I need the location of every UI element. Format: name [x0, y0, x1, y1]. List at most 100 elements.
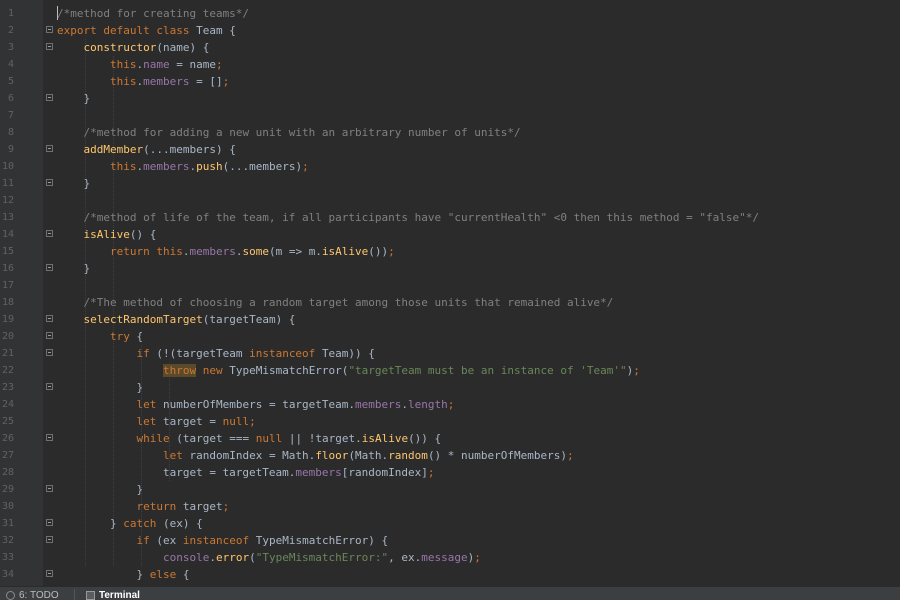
code-text: this.name = name;	[57, 56, 223, 73]
code-text: let numberOfMembers = targetTeam.members…	[57, 396, 454, 413]
code-token: ())	[368, 245, 389, 258]
code-line[interactable]: 5 this.members = [];	[0, 73, 900, 90]
fold-toggle-icon[interactable]	[46, 145, 53, 152]
code-token: }	[57, 568, 150, 581]
line-number: 19	[1, 314, 14, 325]
code-text: }	[57, 260, 90, 277]
keyword-token: ;	[302, 160, 309, 173]
code-token: (targetTeam) {	[202, 313, 296, 326]
keyword-token: catch	[123, 517, 163, 530]
code-line[interactable]: 7	[0, 107, 900, 124]
keyword-token: null	[255, 432, 289, 445]
code-line[interactable]: 3 constructor(name) {	[0, 39, 900, 56]
code-line[interactable]: 16 }	[0, 260, 900, 277]
line-number: 9	[7, 144, 14, 155]
function-token: some	[242, 245, 269, 258]
code-text: /*method for creating teams*/	[57, 5, 249, 22]
code-line[interactable]: 4 this.name = name;	[0, 56, 900, 73]
code-line[interactable]: 32 if (ex instanceof TypeMismatchError) …	[0, 532, 900, 549]
code-line[interactable]: 12	[0, 192, 900, 209]
fold-toggle-icon[interactable]	[46, 230, 53, 237]
code-line[interactable]: 33 console.error("TypeMismatchError:", e…	[0, 549, 900, 566]
code-token: numberOfMembers = targetTeam.	[162, 398, 356, 411]
code-line[interactable]: 10 this.members.push(...members);	[0, 158, 900, 175]
fold-toggle-icon[interactable]	[46, 94, 53, 101]
code-line[interactable]: 26 while (target === null || !target.isA…	[0, 430, 900, 447]
keyword-token: ;	[222, 75, 230, 88]
code-token: () {	[129, 228, 157, 241]
keyword-token: this	[109, 75, 137, 88]
code-line[interactable]: 19 selectRandomTarget(targetTeam) {	[0, 311, 900, 328]
keyword-token: null;	[222, 415, 256, 428]
code-line[interactable]: 24 let numberOfMembers = targetTeam.memb…	[0, 396, 900, 413]
fold-toggle-icon[interactable]	[46, 434, 53, 441]
code-line[interactable]: 15 return this.members.some(m => m.isAli…	[0, 243, 900, 260]
code-line[interactable]: 22 throw new TypeMismatchError("targetTe…	[0, 362, 900, 379]
keyword-token: this	[109, 160, 137, 173]
fold-toggle-icon[interactable]	[46, 519, 53, 526]
code-line[interactable]: 34 } else {	[0, 566, 900, 583]
comment-token: /*method of life of the team, if all par…	[83, 211, 760, 224]
code-line[interactable]: 17	[0, 277, 900, 294]
code-line[interactable]: 28 target = targetTeam.members[randomInd…	[0, 464, 900, 481]
code-line[interactable]: 20 try {	[0, 328, 900, 345]
code-token: (	[249, 551, 256, 564]
code-line[interactable]: 31 } catch (ex) {	[0, 515, 900, 532]
line-number: 16	[1, 263, 14, 274]
tool-window-bar: 6: TODO Terminal	[0, 586, 900, 600]
fold-toggle-icon[interactable]	[46, 570, 53, 577]
code-token: (!(targetTeam	[156, 347, 250, 360]
line-number: 13	[1, 212, 14, 223]
line-number: 4	[7, 59, 14, 70]
code-line[interactable]: 8 /*method for adding a new unit with an…	[0, 124, 900, 141]
fold-toggle-icon[interactable]	[46, 332, 53, 339]
comment-token: /*method for creating teams*/	[57, 7, 250, 20]
line-number: 11	[1, 178, 14, 189]
fold-toggle-icon[interactable]	[46, 43, 53, 50]
code-token: , ex.	[388, 551, 422, 564]
fold-toggle-icon[interactable]	[46, 315, 53, 322]
code-line[interactable]: 27 let randomIndex = Math.floor(Math.ran…	[0, 447, 900, 464]
code-line[interactable]: 9 addMember(...members) {	[0, 141, 900, 158]
code-line[interactable]: 23 }	[0, 379, 900, 396]
code-line[interactable]: 18 /*The method of choosing a random tar…	[0, 294, 900, 311]
code-text: this.members.push(...members);	[57, 158, 309, 175]
code-line[interactable]: 2 export default class Team {	[0, 22, 900, 39]
line-number: 34	[1, 569, 14, 580]
code-line[interactable]: 1 /*method for creating teams*/	[0, 5, 900, 22]
code-text: /*The method of choosing a random target…	[57, 294, 614, 311]
code-line[interactable]: 13 /*method of life of the team, if all …	[0, 209, 900, 226]
function-token: isAlive	[321, 245, 369, 258]
fold-toggle-icon[interactable]	[46, 349, 53, 356]
keyword-token: this	[109, 58, 137, 71]
fold-toggle-icon[interactable]	[46, 179, 53, 186]
code-line[interactable]: 21 if (!(targetTeam instanceof Team)) {	[0, 345, 900, 362]
string-token: "TypeMismatchError:"	[255, 551, 389, 564]
code-token: || !target.	[288, 432, 362, 445]
code-line[interactable]: 30 return target;	[0, 498, 900, 515]
code-text: }	[57, 90, 90, 107]
fold-toggle-icon[interactable]	[46, 536, 53, 543]
code-line[interactable]: 29 }	[0, 481, 900, 498]
code-line[interactable]: 14 isAlive() {	[0, 226, 900, 243]
comment-token: /*method for adding a new unit with an a…	[83, 126, 521, 139]
code-text: selectRandomTarget(targetTeam) {	[57, 311, 296, 328]
field-token: members	[189, 245, 236, 258]
code-token: Team)) {	[321, 347, 375, 360]
fold-toggle-icon[interactable]	[46, 264, 53, 271]
line-number: 28	[1, 467, 14, 478]
fold-toggle-icon[interactable]	[46, 26, 53, 33]
fold-toggle-icon[interactable]	[46, 383, 53, 390]
code-line[interactable]: 11 }	[0, 175, 900, 192]
code-line[interactable]: 25 let target = null;	[0, 413, 900, 430]
comment-token: /*The method of choosing a random target…	[83, 296, 614, 309]
function-token: error	[215, 551, 250, 564]
code-editor[interactable]: 1 /*method for creating teams*/ 2 export de…	[0, 0, 900, 586]
line-number: 3	[7, 42, 14, 53]
code-line[interactable]: 6 }	[0, 90, 900, 107]
fold-toggle-icon[interactable]	[46, 485, 53, 492]
